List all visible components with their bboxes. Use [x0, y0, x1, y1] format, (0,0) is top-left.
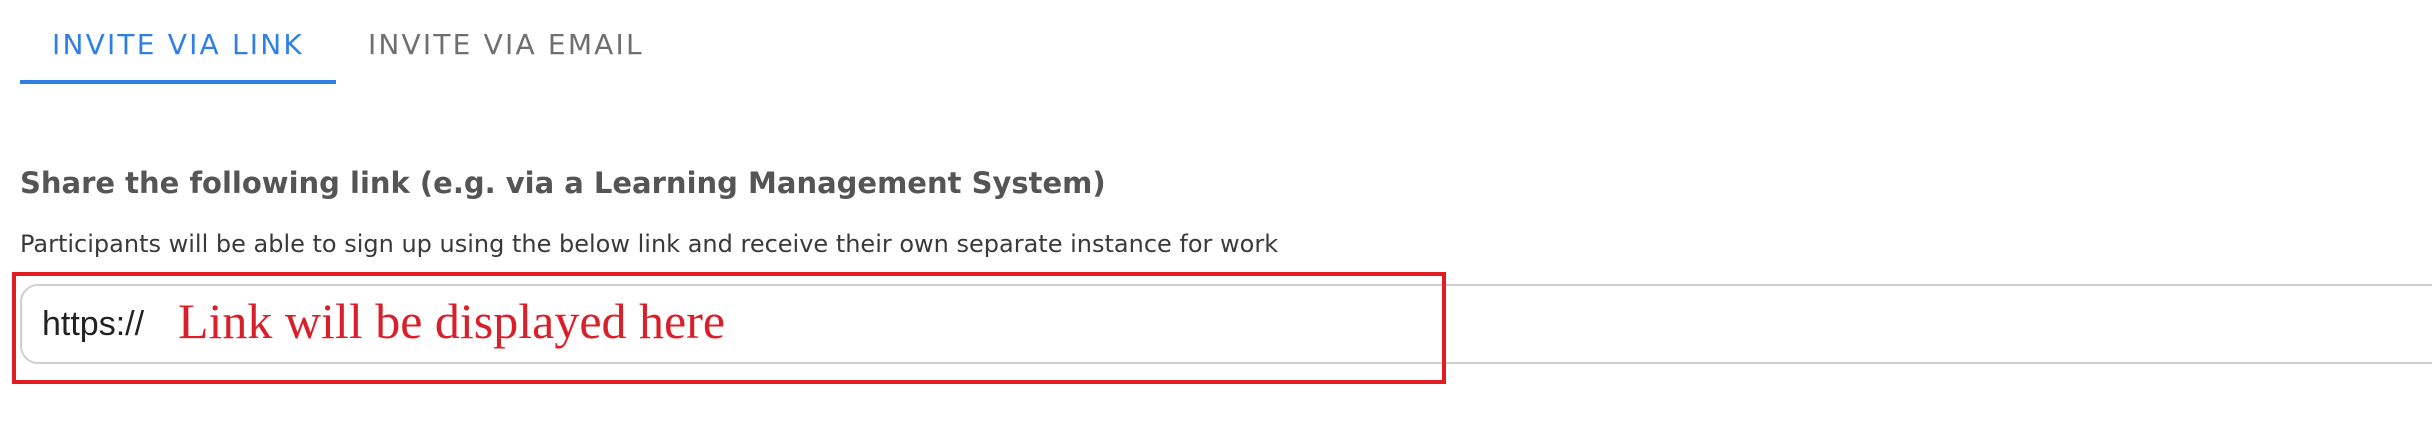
section-title: Share the following link (e.g. via a Lea… — [20, 166, 1106, 200]
tab-invite-via-link[interactable]: INVITE VIA LINK — [20, 4, 336, 84]
tab-invite-via-email[interactable]: INVITE VIA EMAIL — [336, 4, 676, 84]
section-description: Participants will be able to sign up usi… — [20, 230, 1279, 258]
link-placeholder-text: Link will be displayed here — [178, 293, 726, 349]
invite-tabs: INVITE VIA LINK INVITE VIA EMAIL — [20, 0, 676, 84]
link-prefix: https:// — [42, 305, 145, 343]
